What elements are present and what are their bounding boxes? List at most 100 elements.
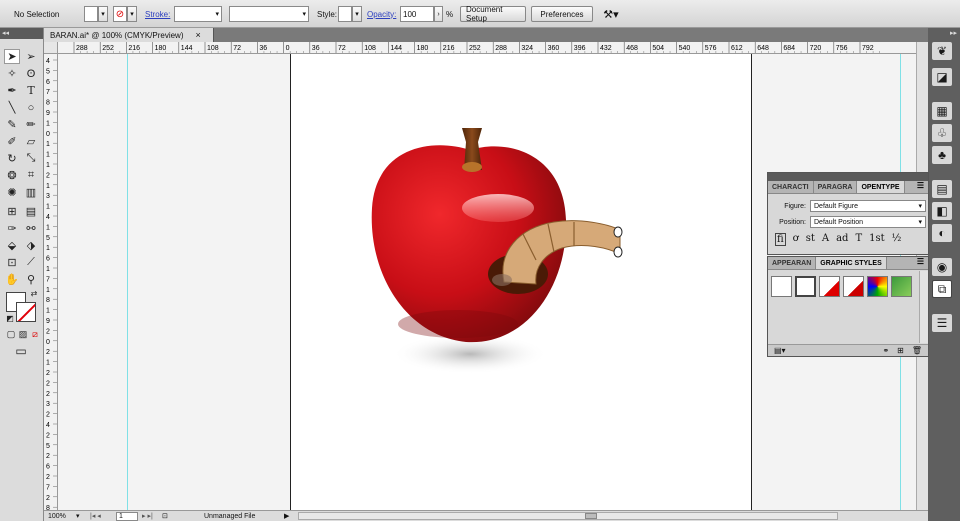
paintbrush-tool-icon[interactable]: ✎ xyxy=(4,117,20,132)
stroke-label[interactable]: Stroke: xyxy=(145,6,170,22)
tab-opentype[interactable]: OPENTYPE xyxy=(857,181,905,193)
first-artboard-icon[interactable]: |◂ ◂ xyxy=(90,512,112,520)
layers-panel-icon[interactable]: ▦ xyxy=(932,102,952,120)
vertical-ruler[interactable]: 4567891011121314151617181920212223242526… xyxy=(44,54,58,510)
swash-button[interactable]: A xyxy=(822,233,829,246)
scroll-thumb[interactable] xyxy=(585,513,597,519)
styles-scrollbar[interactable] xyxy=(919,271,928,343)
titling-alternates-button[interactable]: T xyxy=(855,233,862,246)
color-panel-icon[interactable]: ◐ xyxy=(932,224,952,242)
panel-menu-icon[interactable]: ☰ xyxy=(917,181,928,193)
graphic-style-red-frame[interactable] xyxy=(843,276,864,297)
new-style-icon[interactable]: ⊞ xyxy=(897,346,904,355)
next-artboard-icon[interactable]: ▸ ▸| xyxy=(142,512,162,520)
stroke-dropdown[interactable]: ▾ xyxy=(127,6,137,22)
stroke-weight-field[interactable]: ▾ xyxy=(174,6,222,22)
discretionary-ligatures-button[interactable]: st xyxy=(806,233,815,246)
tab-paragraph[interactable]: PARAGRA xyxy=(814,181,858,193)
opacity-label[interactable]: Opacity: xyxy=(367,6,396,22)
transparency-panel-icon[interactable]: ◧ xyxy=(932,202,952,220)
apple-with-worm-illustration[interactable] xyxy=(358,124,648,384)
ordinals-button[interactable]: 1st xyxy=(869,233,885,246)
artboard-number[interactable]: 1 xyxy=(116,511,138,521)
opacity-arrow[interactable]: › xyxy=(434,6,443,22)
panel-menu-icon[interactable]: ☰ xyxy=(917,257,928,269)
libraries-menu-icon[interactable]: ▤▾ xyxy=(774,346,786,355)
ruler-origin[interactable] xyxy=(44,42,58,54)
direct-selection-tool-icon[interactable]: ➢ xyxy=(23,49,39,64)
ellipse-tool-icon[interactable]: ○ xyxy=(23,100,39,115)
default-colors-icon[interactable]: ◩ xyxy=(2,311,18,326)
stack-panel-icon[interactable]: ☰ xyxy=(932,314,952,332)
magic-wand-tool-icon[interactable]: ✧ xyxy=(4,66,20,81)
graphic-styles-panel-icon[interactable]: ⧉ xyxy=(932,280,952,298)
gradient-panel-icon[interactable]: ◪ xyxy=(932,68,952,86)
pencil-tool-icon[interactable]: ✏ xyxy=(23,117,39,132)
position-select[interactable]: Default Position ▾ xyxy=(810,216,926,228)
selection-tool-icon[interactable]: ➤ xyxy=(4,49,20,64)
opacity-field[interactable]: 100 xyxy=(400,6,434,22)
style-dropdown[interactable]: ▾ xyxy=(352,6,362,22)
arrange-documents-icon[interactable]: ⚒▾ xyxy=(600,6,622,22)
column-graph-tool-icon[interactable]: ▥ xyxy=(23,185,39,200)
eyedropper-tool-icon[interactable]: ✑ xyxy=(4,221,20,236)
club-symbol-icon[interactable]: ♣ xyxy=(932,146,952,164)
live-paint-tool-icon[interactable]: ⬙ xyxy=(4,238,20,253)
blend-tool-icon[interactable]: ⚯ xyxy=(23,221,39,236)
close-icon[interactable]: × xyxy=(196,30,201,40)
reveal-icon[interactable]: ⊡ xyxy=(162,512,176,520)
panel-collapse-icon[interactable]: ◂◂ xyxy=(0,28,43,39)
tab-appearance[interactable]: APPEARAN xyxy=(768,257,817,269)
none-mode-icon[interactable]: ⧄ xyxy=(27,327,43,342)
style-swatch[interactable] xyxy=(338,6,352,22)
warp-tool-icon[interactable]: ❂ xyxy=(4,168,20,183)
line-tool-icon[interactable]: ╲ xyxy=(4,100,20,115)
brushes-panel-icon[interactable]: ❦ xyxy=(932,42,952,60)
slice-tool-icon[interactable]: ⟋ xyxy=(23,255,39,270)
symbol-sprayer-tool-icon[interactable]: ✺ xyxy=(4,185,20,200)
panel-title-bar[interactable] xyxy=(768,173,928,181)
horizontal-ruler[interactable]: 288 252 216 180 144 108 72 36 0 36 72 108 144 180 216 2… xyxy=(58,42,916,54)
mesh-tool-icon[interactable]: ⊞ xyxy=(4,204,20,219)
tab-graphic-styles[interactable]: GRAPHIC STYLES xyxy=(816,257,887,269)
blob-brush-tool-icon[interactable]: ✐ xyxy=(4,134,20,149)
stroke-color-swatch[interactable] xyxy=(16,302,36,322)
document-setup-button[interactable]: Document Setup xyxy=(460,5,526,23)
horizontal-scrollbar[interactable] xyxy=(298,512,838,520)
lasso-tool-icon[interactable]: ʘ xyxy=(23,66,39,81)
hand-tool-icon[interactable]: ✋ xyxy=(4,272,20,287)
contextual-alternates-button[interactable]: ơ xyxy=(793,233,799,246)
preferences-button[interactable]: Preferences xyxy=(531,6,593,22)
rotate-tool-icon[interactable]: ↻ xyxy=(4,151,20,166)
symbols-panel-icon[interactable]: ♧ xyxy=(932,124,952,142)
tab-character[interactable]: CHARACTI xyxy=(768,181,814,193)
graphic-style-default[interactable] xyxy=(771,276,792,297)
gradient-tool-icon[interactable]: ▤ xyxy=(23,204,39,219)
scale-tool-icon[interactable]: ⤡ xyxy=(23,151,39,166)
swap-colors-icon[interactable]: ⇄ xyxy=(26,286,42,301)
live-paint-selection-tool-icon[interactable]: ⬗ xyxy=(23,238,39,253)
pen-tool-icon[interactable]: ✒ xyxy=(4,83,20,98)
brush-definition[interactable]: ▾ xyxy=(229,6,309,22)
stroke-swatch[interactable]: ⊘ xyxy=(113,6,127,22)
graphic-style-green[interactable] xyxy=(891,276,912,297)
document-tab[interactable]: BARAN.ai* @ 100% (CMYK/Preview) × xyxy=(44,28,214,42)
ligatures-button[interactable]: ﬁ xyxy=(775,233,786,246)
swatches-panel-icon[interactable]: ▤ xyxy=(932,180,952,198)
status-menu-icon[interactable]: ▶ xyxy=(284,512,298,520)
stylistic-alternates-button[interactable]: ad xyxy=(836,233,848,246)
fill-dropdown[interactable]: ▾ xyxy=(98,6,108,22)
break-link-icon[interactable]: ⚭ xyxy=(882,346,889,355)
dock-expand-icon[interactable]: ▸▸ xyxy=(928,28,960,39)
graphic-style-red-stroke[interactable] xyxy=(819,276,840,297)
zoom-level[interactable]: 100% xyxy=(48,513,76,520)
screen-mode-icon[interactable]: ▭ xyxy=(13,343,29,358)
free-transform-tool-icon[interactable]: ⌗ xyxy=(23,168,39,183)
type-tool-icon[interactable]: T xyxy=(23,83,39,98)
eraser-tool-icon[interactable]: ▱ xyxy=(23,134,39,149)
appearance-panel-icon[interactable]: ◉ xyxy=(932,258,952,276)
zoom-tool-icon[interactable]: ⚲ xyxy=(23,272,39,287)
fractions-button[interactable]: ½ xyxy=(892,233,902,246)
graphic-style-selected[interactable] xyxy=(795,276,816,297)
figure-select[interactable]: Default Figure ▾ xyxy=(810,200,926,212)
